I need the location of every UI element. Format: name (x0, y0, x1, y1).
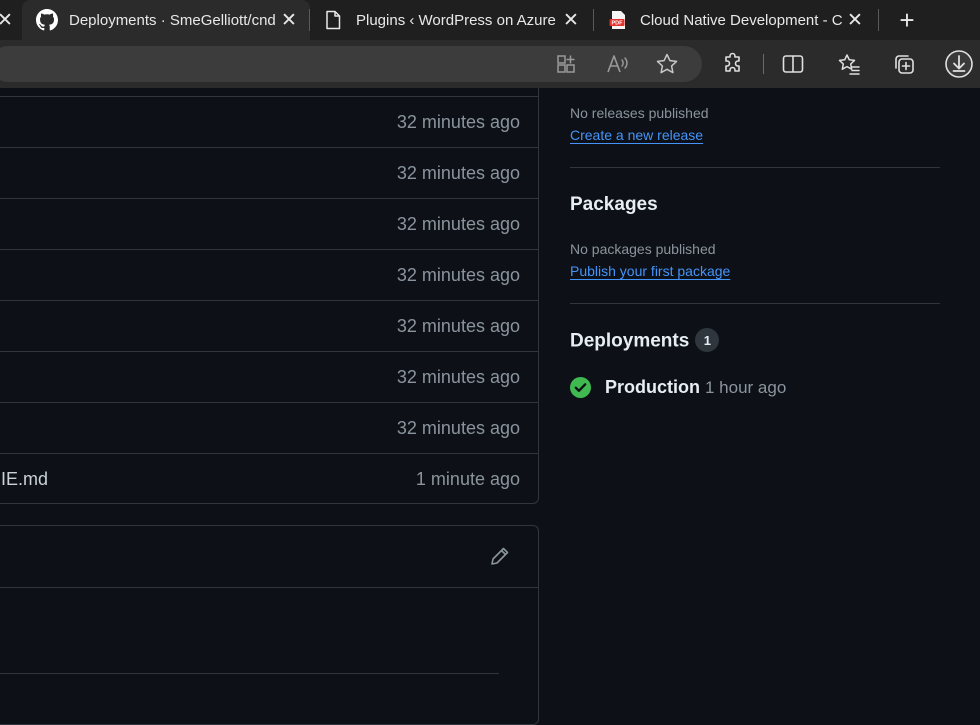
edit-readme-button[interactable] (489, 545, 511, 567)
readme-divider (0, 673, 499, 674)
puzzle-icon (725, 52, 740, 72)
deployments-count-badge: 1 (695, 328, 720, 352)
packages-heading[interactable]: Packages (570, 194, 658, 216)
download-icon (945, 50, 973, 78)
favorites-button[interactable] (836, 51, 862, 77)
read-aloud-icon (607, 55, 628, 73)
tab-title: Deployments · SmeGelliott/cnd (69, 11, 276, 29)
github-icon (36, 9, 58, 31)
address-bar[interactable] (0, 46, 702, 82)
create-release-link[interactable]: Create a new release (570, 127, 703, 143)
commit-time: 32 minutes ago (396, 367, 520, 387)
tab-deployments[interactable]: Deployments · SmeGelliott/cnd ✕ (22, 0, 310, 40)
file-row[interactable]: 32 minutes ago (0, 147, 539, 198)
tab-separator (593, 9, 594, 31)
collections-button[interactable] (891, 51, 917, 77)
tab-cloud-native[interactable]: PDF Cloud Native Development - C ✕ (596, 0, 876, 40)
file-row[interactable]: 32 minutes ago (0, 351, 539, 402)
readme-panel (0, 525, 539, 725)
file-name[interactable]: IE.md (1, 469, 48, 490)
commit-time: 32 minutes ago (396, 214, 520, 234)
file-row[interactable]: 32 minutes ago (0, 96, 539, 147)
deployment-time: 1 hour ago (705, 377, 787, 397)
file-row[interactable]: 32 minutes ago (0, 249, 539, 300)
commit-time: 32 minutes ago (396, 418, 520, 438)
sidebar-divider (570, 167, 940, 168)
split-screen-icon (782, 55, 804, 73)
packages-empty-text: No packages published (570, 241, 716, 257)
close-icon[interactable]: ✕ (0, 9, 16, 31)
star-icon (656, 53, 678, 74)
favorite-button[interactable] (654, 51, 680, 77)
downloads-button[interactable] (944, 49, 974, 79)
favorites-list-icon (838, 54, 860, 75)
commit-time: 32 minutes ago (396, 316, 520, 336)
browser-toolbar (0, 40, 980, 88)
tab-plugins[interactable]: Plugins ‹ WordPress on Azure — ✕ (312, 0, 592, 40)
deployments-heading[interactable]: Deployments (570, 331, 689, 352)
browser-tab-strip: ✕ Deployments · SmeGelliott/cnd ✕ Plugin… (0, 0, 980, 40)
tab-separator (878, 9, 879, 31)
app-available-button[interactable] (553, 51, 579, 77)
commit-time: 32 minutes ago (396, 112, 520, 132)
close-icon[interactable]: ✕ (278, 9, 300, 31)
tab-separator (309, 9, 310, 31)
page-icon (326, 10, 341, 30)
apps-grid-icon (557, 55, 575, 73)
readme-header (0, 526, 539, 588)
deployments-heading-row: Deployments 1 (570, 328, 720, 353)
releases-empty-text: No releases published (570, 105, 709, 121)
tab-title: Cloud Native Development - C (640, 11, 843, 29)
pencil-icon (491, 547, 509, 565)
extensions-button[interactable] (720, 51, 746, 77)
commit-time: 32 minutes ago (396, 265, 520, 285)
tab-title: Plugins ‹ WordPress on Azure — (356, 11, 560, 29)
deployment-environment-name[interactable]: Production (605, 377, 700, 398)
collections-icon (895, 55, 914, 74)
file-row[interactable]: IE.md 1 minute ago (0, 453, 539, 504)
file-list: 32 minutes ago 32 minutes ago 32 minutes… (0, 88, 539, 504)
svg-text:PDF: PDF (612, 21, 624, 27)
split-screen-button[interactable] (780, 51, 806, 77)
plus-icon: + (899, 4, 915, 35)
pdf-icon: PDF (609, 11, 625, 29)
previous-tab-close-button[interactable]: ✕ (0, 0, 18, 40)
sidebar-divider (570, 303, 940, 304)
commit-time: 32 minutes ago (396, 163, 520, 183)
new-tab-button[interactable]: + (892, 5, 922, 35)
toolbar-divider (763, 54, 764, 74)
check-circle-icon (570, 377, 591, 398)
file-row[interactable]: 32 minutes ago (0, 300, 539, 351)
publish-package-link[interactable]: Publish your first package (570, 263, 730, 279)
deployment-item[interactable]: Production 1 hour ago (570, 377, 786, 398)
file-row[interactable]: 32 minutes ago (0, 402, 539, 453)
close-icon[interactable]: ✕ (844, 9, 866, 31)
commit-time: 1 minute ago (415, 469, 520, 489)
close-icon[interactable]: ✕ (560, 9, 582, 31)
file-row[interactable]: 32 minutes ago (0, 198, 539, 249)
read-aloud-button[interactable] (605, 51, 631, 77)
